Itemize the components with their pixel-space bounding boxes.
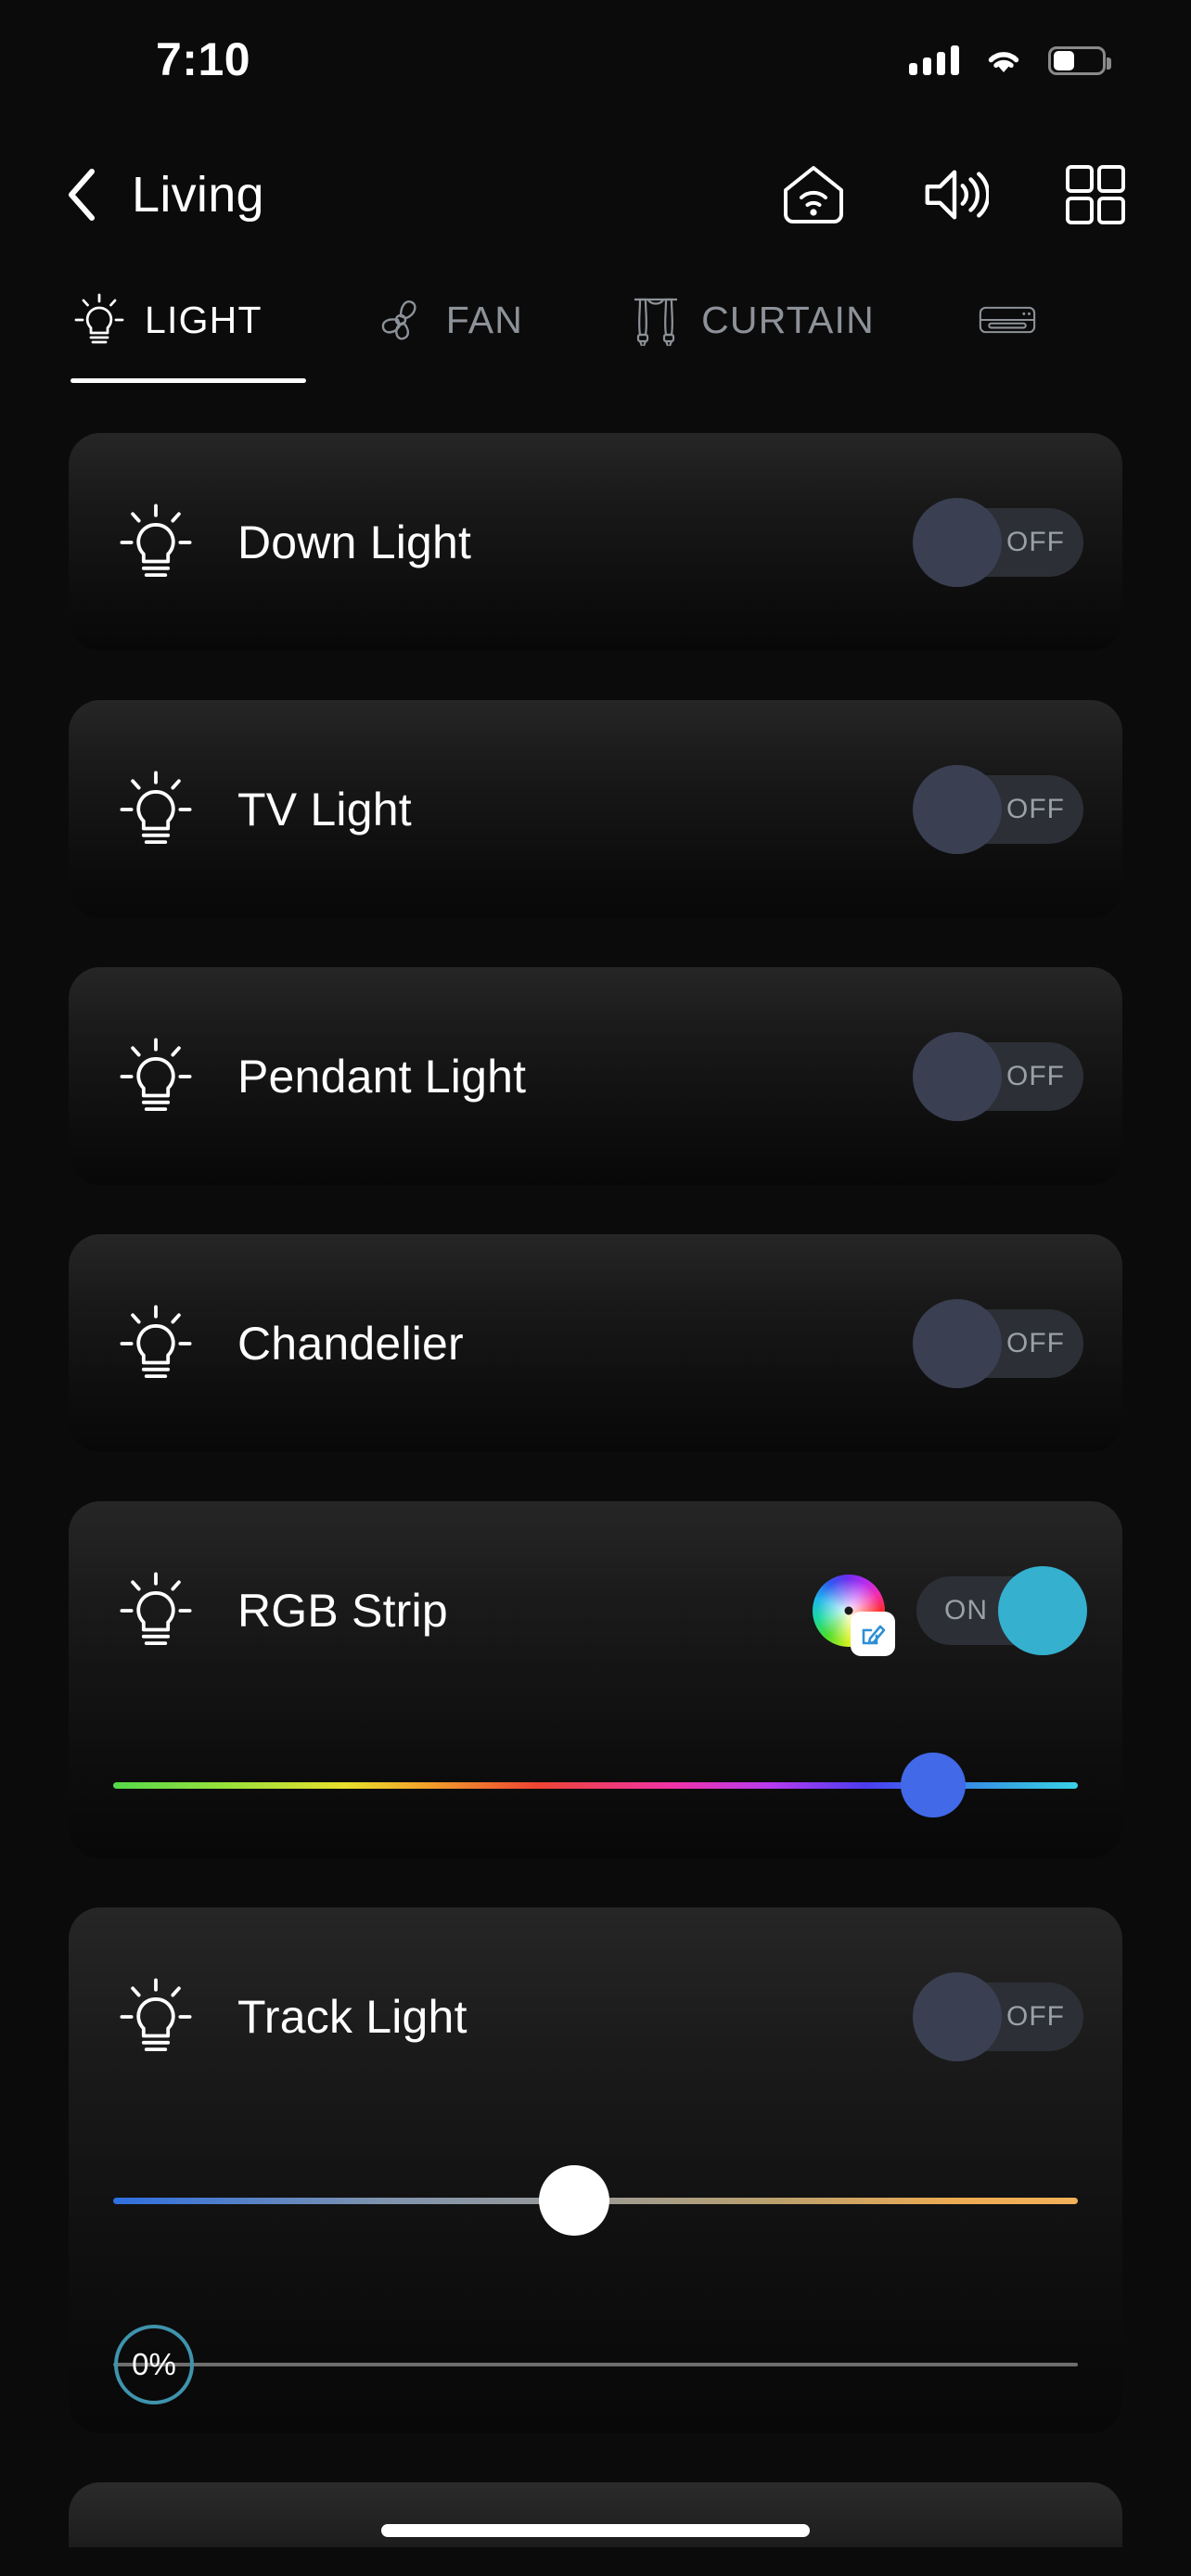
tab-fan[interactable]: FAN bbox=[372, 278, 523, 362]
tab-air-conditioner[interactable] bbox=[979, 278, 1053, 362]
tab-light-label: LIGHT bbox=[145, 298, 263, 341]
device-card-down-light[interactable]: Down Light OFF bbox=[69, 433, 1122, 651]
brightness-slider-track bbox=[113, 2363, 1078, 2366]
brightness-slider-thumb[interactable]: 0% bbox=[114, 2325, 194, 2404]
status-bar-indicators bbox=[909, 45, 1111, 76]
toggle-knob bbox=[913, 497, 1002, 587]
device-name: TV Light bbox=[237, 783, 412, 835]
active-tab-indicator bbox=[70, 378, 306, 383]
phone-screen: 7:10 Living LIGHT FAN CURTAIN Down Light… bbox=[0, 0, 1191, 2576]
light-bulb-icon bbox=[113, 1564, 198, 1657]
toggle-state-label: ON bbox=[944, 1594, 988, 1626]
device-card-pendant-light[interactable]: Pendant Light OFF bbox=[69, 967, 1122, 1185]
device-card-track-light[interactable]: Track Light OFF 0% bbox=[69, 1907, 1122, 2433]
toggle-knob bbox=[913, 1031, 1002, 1121]
device-card-next-peek[interactable] bbox=[69, 2482, 1122, 2547]
air-conditioner-icon bbox=[979, 291, 1036, 349]
light-bulb-icon bbox=[113, 763, 198, 856]
device-controls: OFF bbox=[913, 1031, 1122, 1121]
light-bulb-icon bbox=[113, 1297, 198, 1390]
power-toggle[interactable]: OFF bbox=[913, 1298, 1083, 1388]
chevron-left-icon bbox=[69, 169, 95, 221]
tab-light[interactable]: LIGHT bbox=[70, 278, 263, 362]
device-row: Pendant Light OFF bbox=[69, 967, 1122, 1185]
toggle-knob bbox=[998, 1565, 1087, 1655]
light-bulb-icon bbox=[113, 1030, 198, 1123]
hue-slider[interactable] bbox=[69, 1719, 1122, 1858]
brightness-slider[interactable]: 0% bbox=[69, 2274, 1122, 2433]
device-list: Down Light OFF TV Light OFF Pendant Ligh… bbox=[0, 433, 1191, 2547]
light-bulb-icon bbox=[113, 1970, 198, 2063]
color-temperature-slider[interactable] bbox=[69, 2125, 1122, 2274]
power-toggle[interactable]: OFF bbox=[913, 764, 1083, 854]
device-name: RGB Strip bbox=[237, 1584, 448, 1637]
home-indicator bbox=[381, 2524, 810, 2537]
grid-view-icon[interactable] bbox=[1061, 160, 1130, 229]
page-title: Living bbox=[132, 167, 264, 223]
cellular-signal-icon bbox=[909, 45, 959, 75]
status-bar-time: 7:10 bbox=[156, 33, 251, 85]
back-button[interactable] bbox=[58, 167, 106, 223]
device-controls: ON bbox=[813, 1565, 1122, 1656]
fan-icon bbox=[372, 291, 429, 349]
wifi-icon bbox=[983, 45, 1024, 76]
home-wifi-icon[interactable] bbox=[779, 160, 848, 229]
device-controls: OFF bbox=[913, 497, 1122, 587]
header-actions bbox=[779, 160, 1130, 229]
light-bulb-icon bbox=[113, 496, 198, 589]
speaker-volume-icon[interactable] bbox=[920, 160, 989, 229]
app-header: Living bbox=[0, 144, 1191, 246]
toggle-knob bbox=[913, 1971, 1002, 2061]
color-wheel-button[interactable] bbox=[813, 1574, 895, 1656]
toggle-state-label: OFF bbox=[1006, 1327, 1065, 1358]
power-toggle[interactable]: ON bbox=[916, 1565, 1087, 1655]
device-row: Chandelier OFF bbox=[69, 1234, 1122, 1452]
curtain-icon bbox=[627, 291, 685, 349]
category-tabs: LIGHT FAN CURTAIN bbox=[0, 278, 1191, 399]
power-toggle[interactable]: OFF bbox=[913, 497, 1083, 587]
edit-pencil-icon[interactable] bbox=[851, 1611, 895, 1656]
toggle-state-label: OFF bbox=[1006, 793, 1065, 824]
color-temperature-slider-thumb[interactable] bbox=[539, 2165, 610, 2236]
device-card-rgb-strip[interactable]: RGB Strip ON bbox=[69, 1501, 1122, 1858]
device-name: Down Light bbox=[237, 516, 472, 568]
device-controls: OFF bbox=[913, 764, 1122, 854]
device-name: Pendant Light bbox=[237, 1050, 527, 1103]
device-row: Down Light OFF bbox=[69, 433, 1122, 651]
toggle-knob bbox=[913, 764, 1002, 854]
device-card-tv-light[interactable]: TV Light OFF bbox=[69, 700, 1122, 918]
toggle-state-label: OFF bbox=[1006, 2000, 1065, 2032]
device-row: Track Light OFF bbox=[69, 1907, 1122, 2125]
toggle-state-label: OFF bbox=[1006, 526, 1065, 557]
tab-curtain-label: CURTAIN bbox=[701, 298, 875, 341]
tab-fan-label: FAN bbox=[445, 298, 524, 341]
hue-slider-thumb[interactable] bbox=[900, 1753, 966, 1817]
brightness-value-label: 0% bbox=[132, 2347, 176, 2381]
light-bulb-icon bbox=[70, 291, 128, 349]
device-card-chandelier[interactable]: Chandelier OFF bbox=[69, 1234, 1122, 1452]
device-name: Track Light bbox=[237, 1990, 467, 2043]
device-controls: OFF bbox=[913, 1298, 1122, 1388]
device-row: RGB Strip ON bbox=[69, 1501, 1122, 1719]
battery-icon bbox=[1048, 45, 1111, 75]
toggle-knob bbox=[913, 1298, 1002, 1388]
device-controls: OFF bbox=[913, 1971, 1122, 2061]
device-row: TV Light OFF bbox=[69, 700, 1122, 918]
device-name: Chandelier bbox=[237, 1317, 464, 1370]
power-toggle[interactable]: OFF bbox=[913, 1971, 1083, 2061]
toggle-state-label: OFF bbox=[1006, 1060, 1065, 1091]
tab-curtain[interactable]: CURTAIN bbox=[627, 278, 875, 362]
status-bar: 7:10 bbox=[0, 0, 1191, 102]
power-toggle[interactable]: OFF bbox=[913, 1031, 1083, 1121]
